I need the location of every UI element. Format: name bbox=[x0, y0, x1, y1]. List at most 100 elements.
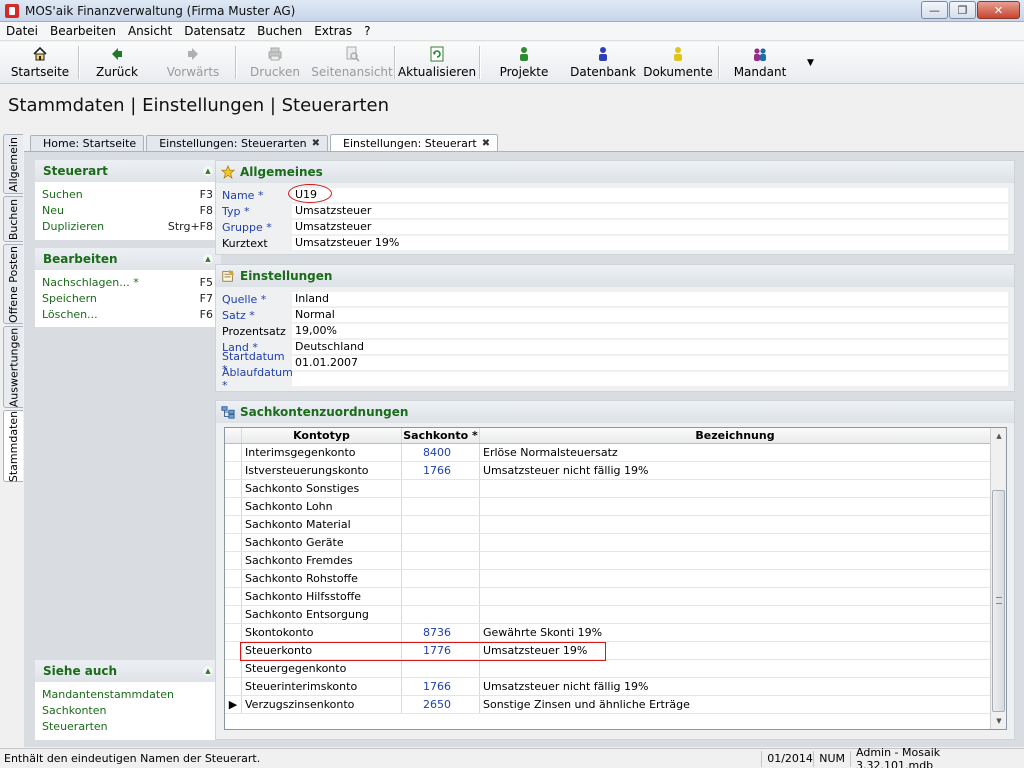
cell-sachkonto[interactable]: 1766 bbox=[402, 678, 480, 695]
cell-sachkonto[interactable]: 1766 bbox=[402, 462, 480, 479]
link-mandantenstammdaten[interactable]: Mandantenstammdaten bbox=[42, 686, 213, 702]
link-steuerarten[interactable]: Steuerarten bbox=[42, 718, 213, 734]
close-tab-icon[interactable]: ✖ bbox=[482, 138, 490, 149]
row-selector[interactable] bbox=[225, 534, 242, 551]
sidebar-item-neu[interactable]: Neu F8 bbox=[42, 202, 213, 218]
table-row[interactable]: Steuerinterimskonto 1766 Umsatzsteuer nich… bbox=[225, 678, 1006, 696]
forward-button[interactable]: Vorwärts bbox=[153, 42, 233, 83]
table-scrollbar[interactable]: ▲ ▼ bbox=[990, 428, 1006, 729]
collapse-icon[interactable]: ▲ bbox=[203, 166, 213, 176]
doc-tab-steuerart[interactable]: Einstellungen: Steuerart ✖ bbox=[330, 134, 499, 151]
close-button[interactable]: ✕ bbox=[977, 1, 1020, 19]
row-selector[interactable] bbox=[225, 480, 242, 497]
table-row[interactable]: Skontokonto 8736 Gewährte Skonti 19% bbox=[225, 624, 1006, 642]
datenbank-button[interactable]: Datenbank bbox=[566, 42, 640, 83]
column-kontotyp[interactable]: Kontotyp bbox=[242, 428, 402, 443]
table-row[interactable]: Istversteuerungskonto 1766 Umsatzsteuer ni… bbox=[225, 462, 1006, 480]
cell-kontotyp[interactable]: Interimsgegenkonto bbox=[242, 444, 402, 461]
cell-kontotyp[interactable]: Sachkonto Lohn bbox=[242, 498, 402, 515]
cell-bezeichnung[interactable] bbox=[480, 480, 991, 497]
cell-kontotyp[interactable]: Sachkonto Entsorgung bbox=[242, 606, 402, 623]
ablaufdatum-input[interactable] bbox=[292, 371, 1008, 387]
cell-bezeichnung[interactable] bbox=[480, 534, 991, 551]
table-row[interactable]: Sachkonto Hilfsstoffe bbox=[225, 588, 1006, 606]
tab-offene-posten[interactable]: Offene Posten bbox=[3, 244, 23, 324]
minimize-button[interactable]: — bbox=[921, 1, 948, 19]
cell-bezeichnung[interactable] bbox=[480, 516, 991, 533]
cell-kontotyp[interactable]: Steuergegenkonto bbox=[242, 660, 402, 677]
table-row[interactable]: Sachkonto Fremdes bbox=[225, 552, 1006, 570]
collapse-icon[interactable]: ▲ bbox=[203, 254, 213, 264]
back-button[interactable]: Zurück bbox=[81, 42, 153, 83]
menu-datei[interactable]: Datei bbox=[0, 24, 44, 38]
gruppe-input[interactable]: Umsatzsteuer bbox=[292, 219, 1008, 235]
row-selector[interactable]: ▶ bbox=[225, 696, 242, 713]
row-selector[interactable] bbox=[225, 588, 242, 605]
cell-kontotyp[interactable]: Sachkonto Rohstoffe bbox=[242, 570, 402, 587]
table-row[interactable]: Sachkonto Rohstoffe bbox=[225, 570, 1006, 588]
cell-bezeichnung[interactable] bbox=[480, 552, 991, 569]
table-row[interactable]: Interimsgegenkonto 8400 Erlöse Normalsteue… bbox=[225, 444, 1006, 462]
cell-sachkonto[interactable] bbox=[402, 516, 480, 533]
cell-bezeichnung[interactable] bbox=[480, 660, 991, 677]
cell-bezeichnung[interactable]: Umsatzsteuer nicht fällig 19% bbox=[480, 462, 991, 479]
typ-input[interactable]: Umsatzsteuer bbox=[292, 203, 1008, 219]
tab-buchen[interactable]: Buchen bbox=[3, 196, 23, 242]
table-row[interactable]: Sachkonto Entsorgung bbox=[225, 606, 1006, 624]
row-selector[interactable] bbox=[225, 570, 242, 587]
table-row[interactable]: ▶ Verzugszinsenkonto 2650 Sonstige Zinsen u… bbox=[225, 696, 1006, 714]
row-selector[interactable] bbox=[225, 462, 242, 479]
sidebar-item-loeschen[interactable]: Löschen... F6 bbox=[42, 306, 213, 322]
sidebar-item-suchen[interactable]: Suchen F3 bbox=[42, 186, 213, 202]
toolbar-more-icon[interactable]: ▼ bbox=[799, 42, 822, 83]
page-preview-button[interactable]: Seitenansicht bbox=[311, 42, 393, 83]
menu-ansicht[interactable]: Ansicht bbox=[122, 24, 178, 38]
cell-sachkonto[interactable] bbox=[402, 588, 480, 605]
row-selector[interactable] bbox=[225, 678, 242, 695]
dokumente-button[interactable]: Dokumente bbox=[640, 42, 716, 83]
scroll-down-icon[interactable]: ▼ bbox=[991, 713, 1006, 729]
cell-kontotyp[interactable]: Verzugszinsenkonto bbox=[242, 696, 402, 713]
menu-datensatz[interactable]: Datensatz bbox=[178, 24, 251, 38]
close-tab-icon[interactable]: ✖ bbox=[312, 138, 320, 149]
doc-tab-home[interactable]: Home: Startseite bbox=[30, 135, 145, 151]
maximize-button[interactable]: ❐ bbox=[949, 1, 976, 19]
kurztext-input[interactable]: Umsatzsteuer 19% bbox=[292, 235, 1008, 251]
cell-sachkonto[interactable] bbox=[402, 606, 480, 623]
cell-kontotyp[interactable]: Sachkonto Sonstiges bbox=[242, 480, 402, 497]
cell-sachkonto[interactable]: 8736 bbox=[402, 624, 480, 641]
row-selector[interactable] bbox=[225, 606, 242, 623]
doc-tab-steuerarten[interactable]: Einstellungen: Steuerarten ✖ bbox=[146, 135, 329, 151]
cell-kontotyp[interactable]: Sachkonto Geräte bbox=[242, 534, 402, 551]
cell-kontotyp[interactable]: Steuerinterimskonto bbox=[242, 678, 402, 695]
land-input[interactable]: Deutschland bbox=[292, 339, 1008, 355]
table-row[interactable]: Sachkonto Sonstiges bbox=[225, 480, 1006, 498]
scroll-up-icon[interactable]: ▲ bbox=[991, 428, 1006, 444]
column-bezeichnung[interactable]: Bezeichnung bbox=[480, 428, 991, 443]
cell-sachkonto[interactable] bbox=[402, 498, 480, 515]
row-selector[interactable] bbox=[225, 552, 242, 569]
name-input[interactable]: U19 bbox=[292, 187, 1008, 203]
sidebar-item-speichern[interactable]: Speichern F7 bbox=[42, 290, 213, 306]
table-row[interactable]: Sachkonto Material bbox=[225, 516, 1006, 534]
table-row[interactable]: Sachkonto Lohn bbox=[225, 498, 1006, 516]
cell-kontotyp[interactable]: Sachkonto Hilfsstoffe bbox=[242, 588, 402, 605]
cell-kontotyp[interactable]: Skontokonto bbox=[242, 624, 402, 641]
row-selector[interactable] bbox=[225, 444, 242, 461]
cell-bezeichnung[interactable] bbox=[480, 570, 991, 587]
cell-bezeichnung[interactable]: Umsatzsteuer nicht fällig 19% bbox=[480, 678, 991, 695]
cell-sachkonto[interactable]: 8400 bbox=[402, 444, 480, 461]
tab-stammdaten[interactable]: Stammdaten bbox=[3, 410, 23, 482]
cell-bezeichnung[interactable] bbox=[480, 606, 991, 623]
row-selector[interactable] bbox=[225, 660, 242, 677]
cell-bezeichnung[interactable]: Gewährte Skonti 19% bbox=[480, 624, 991, 641]
cell-kontotyp[interactable]: Sachkonto Material bbox=[242, 516, 402, 533]
menu-help[interactable]: ? bbox=[358, 24, 376, 38]
cell-sachkonto[interactable] bbox=[402, 660, 480, 677]
scroll-thumb[interactable] bbox=[992, 490, 1005, 712]
sidebar-item-duplizieren[interactable]: Duplizieren Strg+F8 bbox=[42, 218, 213, 234]
startseite-button[interactable]: Startseite bbox=[4, 42, 76, 83]
projekte-button[interactable]: Projekte bbox=[482, 42, 566, 83]
sidebar-item-nachschlagen[interactable]: Nachschlagen... * F5 bbox=[42, 274, 213, 290]
startdatum-input[interactable]: 01.01.2007 bbox=[292, 355, 1008, 371]
